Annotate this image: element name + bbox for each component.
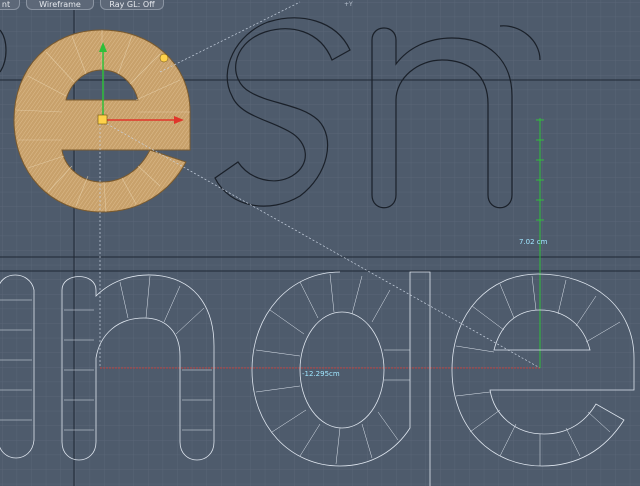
rotate-handle bbox=[159, 53, 169, 63]
measure-horizontal-label: -12.295cm bbox=[302, 370, 340, 378]
measure-vertical-label: 7.02 cm bbox=[519, 238, 548, 246]
3d-viewport[interactable]: nt Wireframe Ray GL: Off +Y -12.295cm 7.… bbox=[0, 0, 640, 486]
ray-gl-toggle[interactable]: Ray GL: Off bbox=[100, 0, 164, 10]
shading-mode-button[interactable]: Wireframe bbox=[26, 0, 94, 10]
center-handle bbox=[97, 114, 108, 125]
view-menu-button[interactable]: nt bbox=[0, 0, 20, 10]
axis-indicator: +Y bbox=[344, 1, 353, 8]
